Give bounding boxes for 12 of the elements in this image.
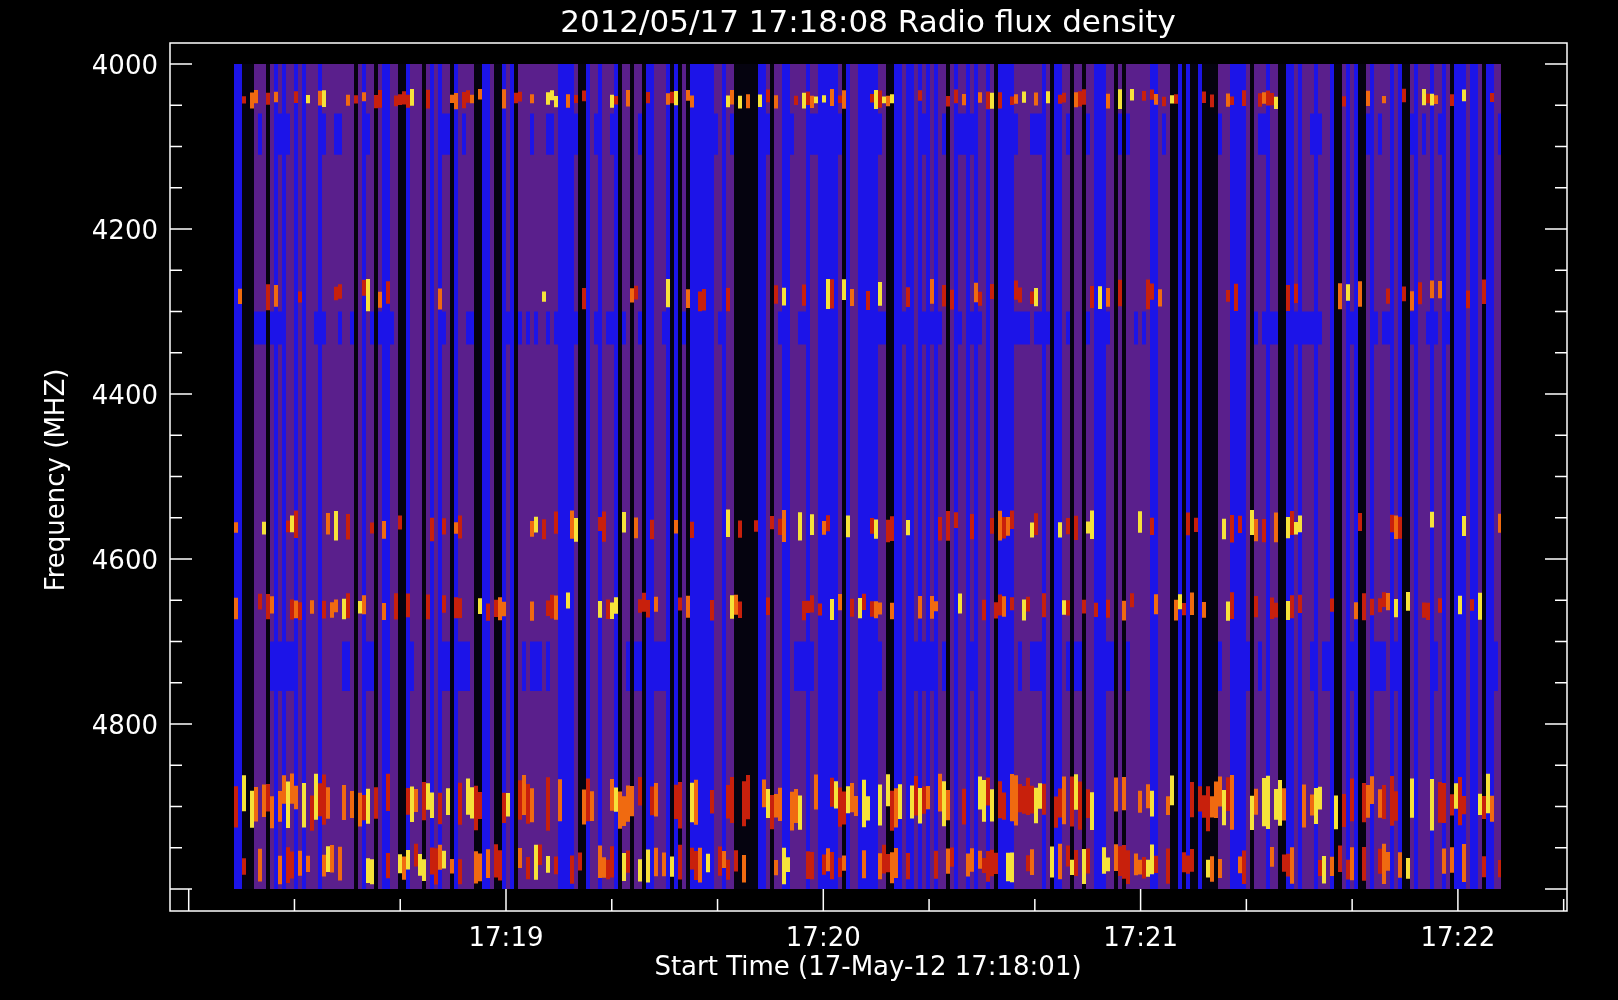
x-tick-label: 17:20 xyxy=(785,922,861,952)
y-axis-label: Frequency (MHZ) xyxy=(40,368,70,592)
x-tick-label: 17:21 xyxy=(1103,922,1179,952)
y-tick-label: 4000 xyxy=(91,50,158,80)
y-tick-label: 4200 xyxy=(91,215,158,245)
y-tick-label: 4400 xyxy=(91,380,158,410)
y-tick-label: 4600 xyxy=(91,545,158,575)
x-axis-label: Start Time (17-May-12 17:18:01) xyxy=(654,951,1082,981)
y-tick-label: 4800 xyxy=(91,710,158,740)
x-tick-label: 17:19 xyxy=(468,922,544,952)
x-tick-label: 17:22 xyxy=(1420,922,1496,952)
chart-title: 2012/05/17 17:18:08 Radio flux density xyxy=(560,3,1176,39)
